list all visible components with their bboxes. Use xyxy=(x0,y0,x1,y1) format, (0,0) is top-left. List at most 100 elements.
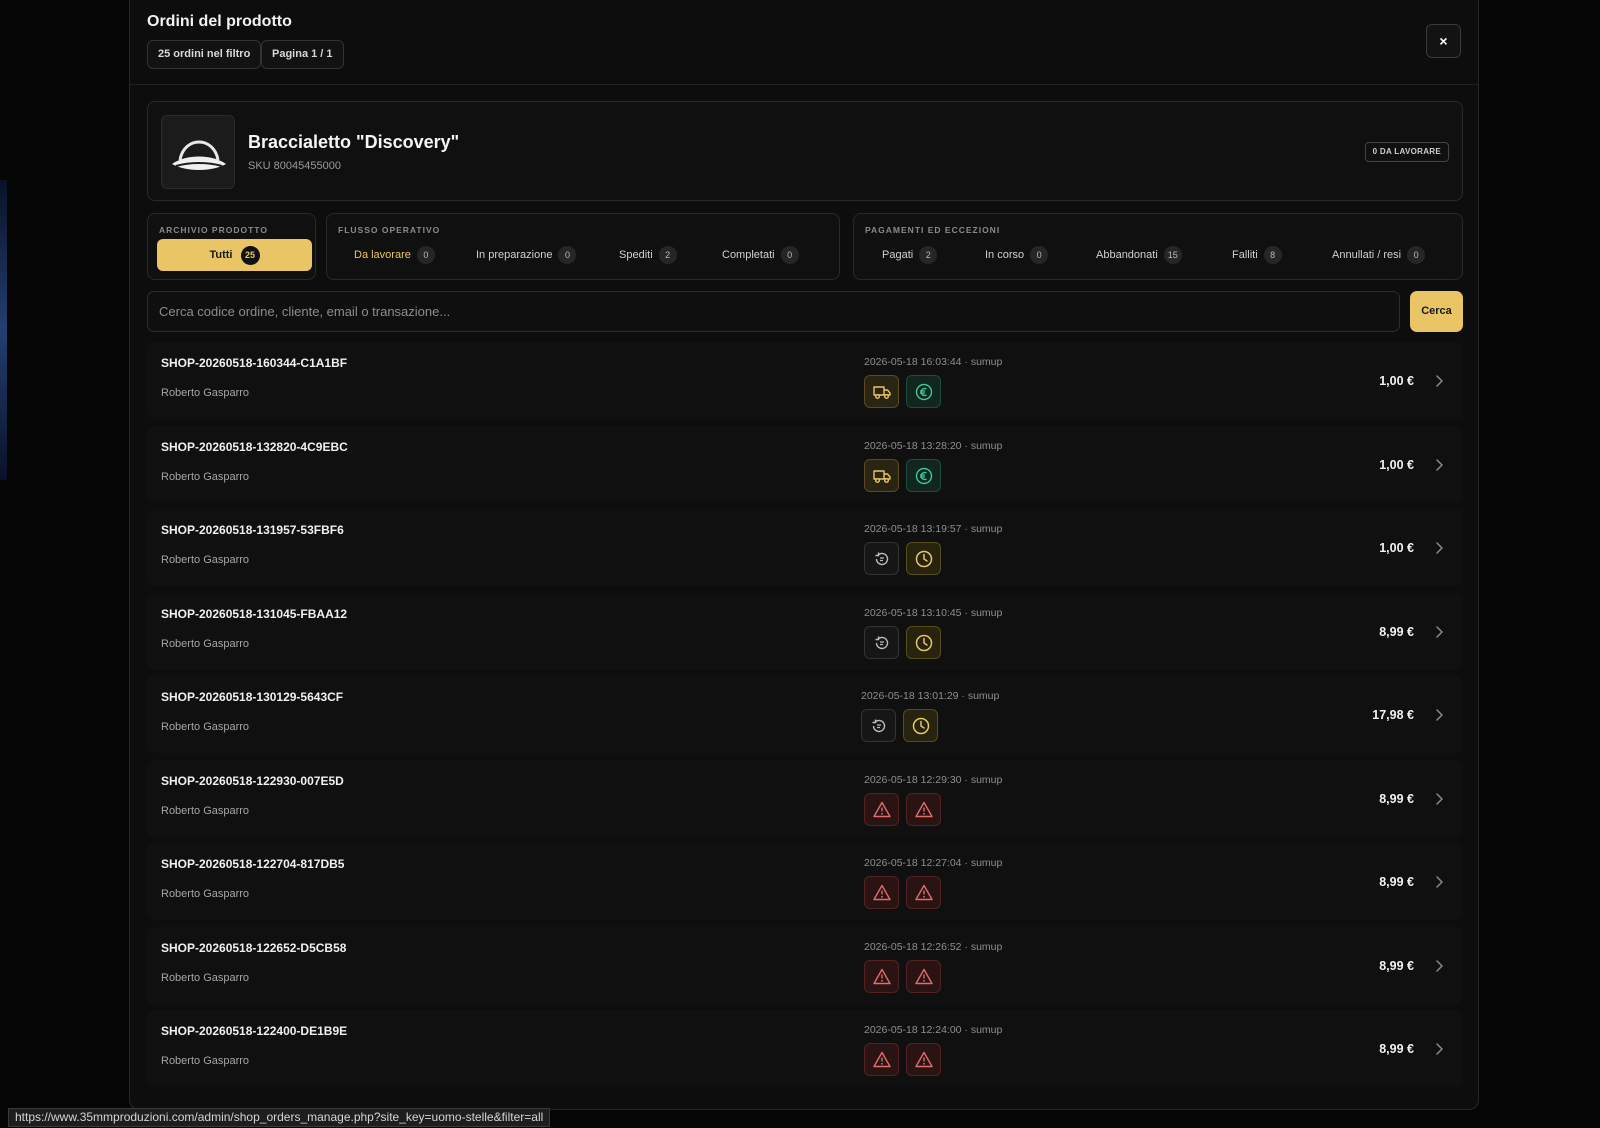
truck-icon xyxy=(864,375,899,408)
filter-tab-falliti[interactable]: Falliti 8 xyxy=(1232,246,1282,264)
order-date-provider: 2026-05-18 12:29:30 · sumup xyxy=(864,774,1003,786)
order-code: SHOP-20260518-160344-C1A1BF xyxy=(161,356,348,370)
order-date-provider: 2026-05-18 12:24:00 · sumup xyxy=(864,1024,1003,1036)
order-date-provider: 2026-05-18 12:26:52 · sumup xyxy=(864,941,1003,953)
order-amount: 8,99 € xyxy=(1379,625,1414,639)
order-code: SHOP-20260518-131957-53FBF6 xyxy=(161,523,344,537)
order-customer: Roberto Gasparro xyxy=(161,1055,250,1067)
order-amount: 1,00 € xyxy=(1379,541,1414,555)
chevron-right-icon xyxy=(1436,542,1443,554)
filter-tab-label: Abbandonati xyxy=(1096,249,1158,261)
chevron-right-icon xyxy=(1436,375,1443,387)
close-button[interactable]: × xyxy=(1426,24,1461,58)
order-amount: 8,99 € xyxy=(1379,1042,1414,1056)
order-status-icons xyxy=(861,709,938,742)
reset-icon xyxy=(864,542,899,575)
warning-icon xyxy=(906,960,941,993)
order-customer: Roberto Gasparro xyxy=(161,888,250,900)
filter-tab-count: 15 xyxy=(1163,246,1182,264)
product-orders-modal: Ordini del prodotto 25 ordini nel filtro… xyxy=(129,0,1479,1110)
search-input[interactable] xyxy=(148,292,1399,331)
filter-count-chip: 25 ordini nel filtro xyxy=(147,40,262,69)
filter-tab-in-corso[interactable]: In corso 0 xyxy=(985,246,1049,264)
filter-tab-count: 2 xyxy=(658,246,677,264)
filter-tab-completati[interactable]: Completati 0 xyxy=(722,246,799,264)
product-name: Braccialetto "Discovery" xyxy=(248,132,460,152)
chevron-right-icon xyxy=(1436,793,1443,805)
filter-tab-label: Da lavorare xyxy=(354,249,411,261)
order-customer: Roberto Gasparro xyxy=(161,721,250,733)
filter-tab-abbandonati[interactable]: Abbandonati 15 xyxy=(1096,246,1182,264)
order-row[interactable]: SHOP-20260518-122652-D5CB58 Roberto Gaspa… xyxy=(147,927,1463,1004)
filter-tab-all-count: 25 xyxy=(240,245,260,265)
warning-icon xyxy=(864,960,899,993)
filter-tab-count: 0 xyxy=(780,246,799,264)
order-customer: Roberto Gasparro xyxy=(161,805,250,817)
order-row[interactable]: SHOP-20260518-130129-5643CF Roberto Gaspa… xyxy=(147,676,1463,753)
order-status-icons xyxy=(864,626,941,659)
order-status-icons xyxy=(864,793,941,826)
clock-icon xyxy=(906,626,941,659)
archive-filter-panel: ARCHIVIO PRODOTTO Tutti 25 xyxy=(147,213,316,280)
filter-tab-label: In preparazione xyxy=(476,249,553,261)
order-code: SHOP-20260518-122930-007E5D xyxy=(161,774,344,788)
filter-tab-all-label: Tutti xyxy=(209,249,233,261)
filter-tab-all[interactable]: Tutti 25 xyxy=(157,239,312,271)
order-row[interactable]: SHOP-20260518-160344-C1A1BF Roberto Gaspa… xyxy=(147,342,1463,419)
background-wallpaper-edge xyxy=(0,180,7,480)
order-date-provider: 2026-05-18 13:19:57 · sumup xyxy=(864,523,1003,535)
chevron-right-icon xyxy=(1436,960,1443,972)
order-code: SHOP-20260518-122400-DE1B9E xyxy=(161,1024,348,1038)
product-thumbnail xyxy=(161,115,235,189)
order-amount: 8,99 € xyxy=(1379,875,1414,889)
product-card: Braccialetto "Discovery" SKU 80045455000… xyxy=(147,101,1463,201)
order-status-icons xyxy=(864,542,941,575)
filter-tab-label: Pagati xyxy=(882,249,914,261)
order-row[interactable]: SHOP-20260518-131045-FBAA12 Roberto Gaspa… xyxy=(147,593,1463,670)
filter-tab-annullati-resi[interactable]: Annullati / resi 0 xyxy=(1332,246,1426,264)
order-amount: 8,99 € xyxy=(1379,792,1414,806)
product-sku: SKU 80045455000 xyxy=(248,160,341,172)
chevron-right-icon xyxy=(1436,709,1443,721)
order-amount: 17,98 € xyxy=(1372,708,1414,722)
chevron-right-icon xyxy=(1436,876,1443,888)
order-row[interactable]: SHOP-20260518-122704-817DB5 Roberto Gaspa… xyxy=(147,843,1463,920)
status-bar-url: https://www.35mmproduzioni.com/admin/sho… xyxy=(8,1108,551,1127)
warning-icon xyxy=(864,1043,899,1076)
order-amount: 8,99 € xyxy=(1379,959,1414,973)
filter-tab-in-preparazione[interactable]: In preparazione 0 xyxy=(476,246,577,264)
order-customer: Roberto Gasparro xyxy=(161,387,250,399)
workflow-panel-title: FLUSSO OPERATIVO xyxy=(338,225,441,235)
order-code: SHOP-20260518-131045-FBAA12 xyxy=(161,607,348,621)
warning-icon xyxy=(864,793,899,826)
payments-filter-panel: PAGAMENTI ED ECCEZIONI Pagati 2 In corso… xyxy=(853,213,1463,280)
chevron-right-icon xyxy=(1436,626,1443,638)
warning-icon xyxy=(906,1043,941,1076)
order-code: SHOP-20260518-130129-5643CF xyxy=(161,690,344,704)
filter-tab-count: 2 xyxy=(919,246,938,264)
order-row[interactable]: SHOP-20260518-132820-4C9EBC Roberto Gaspa… xyxy=(147,426,1463,503)
order-date-provider: 2026-05-18 13:10:45 · sumup xyxy=(864,607,1003,619)
order-status-icons xyxy=(864,1043,941,1076)
clock-icon xyxy=(906,542,941,575)
order-row[interactable]: SHOP-20260518-122930-007E5D Roberto Gaspa… xyxy=(147,760,1463,837)
filter-tab-spediti[interactable]: Spediti 2 xyxy=(619,246,677,264)
filter-tab-label: In corso xyxy=(985,249,1025,261)
search-box xyxy=(147,291,1400,332)
order-row[interactable]: SHOP-20260518-122400-DE1B9E Roberto Gaspa… xyxy=(147,1010,1463,1087)
search-button[interactable]: Cerca xyxy=(1410,291,1463,332)
order-row[interactable]: SHOP-20260518-131957-53FBF6 Roberto Gaspa… xyxy=(147,509,1463,586)
order-date-provider: 2026-05-18 13:01:29 · sumup xyxy=(861,690,1000,702)
order-date-provider: 2026-05-18 12:27:04 · sumup xyxy=(864,857,1003,869)
warning-icon xyxy=(864,876,899,909)
order-status-icons xyxy=(864,375,941,408)
order-amount: 1,00 € xyxy=(1379,458,1414,472)
order-amount: 1,00 € xyxy=(1379,374,1414,388)
chevron-right-icon xyxy=(1436,459,1443,471)
order-code: SHOP-20260518-132820-4C9EBC xyxy=(161,440,348,454)
filter-tab-label: Falliti xyxy=(1232,249,1258,261)
filter-tab-da-lavorare[interactable]: Da lavorare 0 xyxy=(354,246,435,264)
filter-tab-pagati[interactable]: Pagati 2 xyxy=(882,246,938,264)
filter-tab-label: Spediti xyxy=(619,249,653,261)
clock-icon xyxy=(903,709,938,742)
